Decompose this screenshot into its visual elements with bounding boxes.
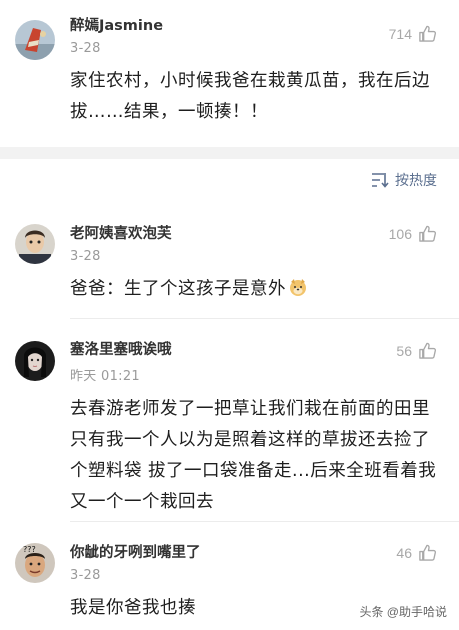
comment-text: 去春游老师发了一把草让我们栽在前面的田里 只有我一个人以为是照着这样的草拔还去捡… bbox=[70, 399, 437, 512]
comment-date: 3-28 bbox=[70, 568, 101, 583]
like-button[interactable]: 46 bbox=[396, 543, 437, 562]
username[interactable]: 你龇的牙咧到嘴里了 bbox=[70, 541, 437, 562]
divider bbox=[70, 318, 459, 319]
watermark: 头条 @助手哈说 bbox=[359, 605, 447, 619]
comment-item: 老阿姨喜欢泡芙 3-28 106 爸爸：生了个这孩子是意外 bbox=[0, 222, 459, 305]
comment-item: 塞洛里塞哦诶哦 昨天 01:21 56 去春游老师发了一把草让我们栽在前面的田里… bbox=[0, 338, 459, 518]
comment-item: 醉嫣Jasmine 3-28 714 家住农村，小时候我爸在栽黄瓜苗，我在后边拔… bbox=[0, 14, 459, 128]
comment-date: 3-28 bbox=[70, 41, 101, 56]
comment-date: 昨天 01:21 bbox=[70, 369, 140, 384]
thumbs-up-icon bbox=[419, 25, 437, 42]
sort-icon bbox=[372, 173, 389, 188]
username[interactable]: 老阿姨喜欢泡芙 bbox=[70, 222, 437, 243]
username[interactable]: 醉嫣Jasmine bbox=[70, 14, 437, 35]
like-button[interactable]: 56 bbox=[396, 341, 437, 360]
like-count: 56 bbox=[396, 342, 412, 359]
thumbs-up-icon bbox=[419, 225, 437, 242]
like-button[interactable]: 714 bbox=[389, 24, 437, 43]
comment-text: 爸爸：生了个这孩子是意外 bbox=[70, 274, 437, 305]
avatar[interactable] bbox=[15, 20, 55, 60]
sort-by-popularity-button[interactable]: 按热度 bbox=[371, 170, 437, 190]
thumbs-up-icon bbox=[419, 342, 437, 359]
avatar[interactable] bbox=[15, 341, 55, 381]
section-divider bbox=[0, 147, 459, 159]
divider bbox=[70, 521, 459, 522]
comment-text-content: 爸爸：生了个这孩子是意外 bbox=[70, 279, 286, 299]
avatar[interactable] bbox=[15, 224, 55, 264]
like-count: 714 bbox=[388, 25, 412, 42]
comment-date: 3-28 bbox=[70, 249, 101, 264]
like-button[interactable]: 106 bbox=[389, 224, 437, 243]
dog-face-emoji-icon bbox=[290, 279, 306, 296]
like-count: 46 bbox=[396, 544, 412, 561]
svg-text:???: ??? bbox=[23, 545, 36, 554]
thumbs-up-icon bbox=[419, 544, 437, 561]
like-count: 106 bbox=[388, 225, 412, 242]
comment-text: 家住农村，小时候我爸在栽黄瓜苗，我在后边拔……结果，一顿揍！！ bbox=[70, 71, 430, 122]
username[interactable]: 塞洛里塞哦诶哦 bbox=[70, 338, 437, 359]
avatar[interactable]: ??? bbox=[15, 543, 55, 583]
sort-label: 按热度 bbox=[395, 173, 437, 189]
